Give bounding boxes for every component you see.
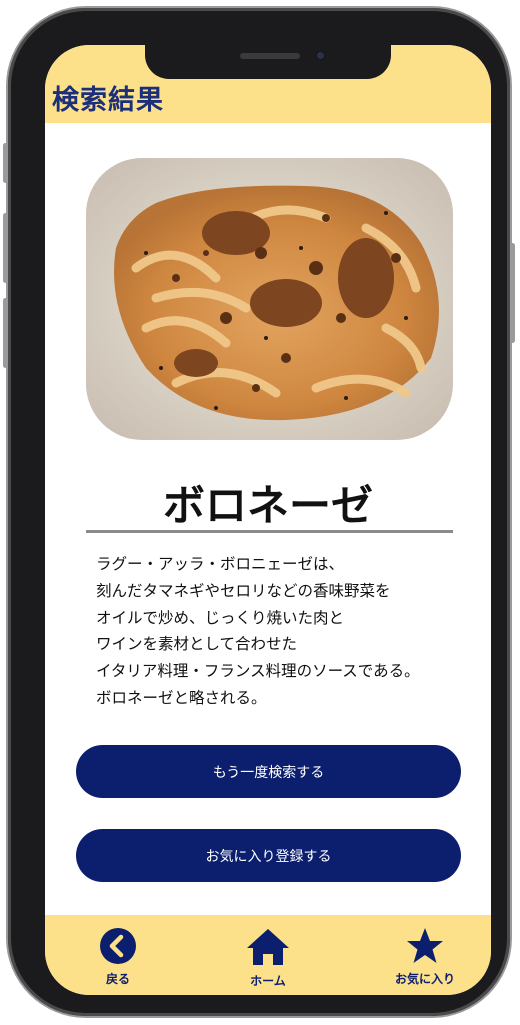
dish-photo <box>86 158 453 440</box>
description-line: ラグー・アッラ・ボロニェーゼは、 <box>96 555 345 573</box>
home-icon <box>247 929 289 965</box>
nav-back-label: 戻る <box>105 972 130 986</box>
add-favorite-button[interactable]: お気に入り登録する <box>76 829 461 882</box>
title-divider <box>86 530 453 533</box>
notch <box>145 45 391 79</box>
page-title: 検索結果 <box>52 85 164 116</box>
dish-description: ラグー・アッラ・ボロニェーゼは、 刻んだタマネギやセロリなどの香味野菜を オイル… <box>96 551 476 712</box>
description-line: イタリア料理・フランス料理のソースである。 <box>96 662 420 681</box>
nav-back[interactable]: 戻る <box>90 927 146 987</box>
description-line: オイルで炒め、じっくり焼いた肉と <box>96 608 345 627</box>
nav-home[interactable]: ホーム <box>238 927 298 989</box>
power-button <box>510 243 515 343</box>
volume-down-button <box>3 298 8 368</box>
description-line: ボロネーゼと略される。 <box>96 688 267 707</box>
speaker-grille <box>240 53 300 59</box>
description-line: ワインを素材として合わせた <box>96 635 298 654</box>
star-icon <box>407 928 443 963</box>
search-again-button[interactable]: もう一度検索する <box>76 745 461 798</box>
app-screen: 検索結果 ボロネーゼ ラグー・アッラ・ボロニェーゼは、 刻んだタマネギやセロリな… <box>45 45 491 995</box>
description-line: 刻んだタマネギやセロリなどの香味野菜を <box>96 581 391 600</box>
nav-home-label: ホーム <box>250 974 286 988</box>
dish-title: ボロネーゼ <box>162 481 373 530</box>
nav-favorites[interactable]: お気に入り <box>390 927 460 987</box>
mute-switch <box>3 143 8 183</box>
bottom-nav: 戻る ホーム お気に入り <box>45 915 491 995</box>
nav-favorites-label: お気に入り <box>394 972 455 986</box>
phone-frame: 検索結果 ボロネーゼ ラグー・アッラ・ボロニェーゼは、 刻んだタマネギやセロリな… <box>3 8 515 1016</box>
chevron-left-icon <box>100 928 136 964</box>
volume-up-button <box>3 213 8 283</box>
front-camera <box>315 50 326 61</box>
